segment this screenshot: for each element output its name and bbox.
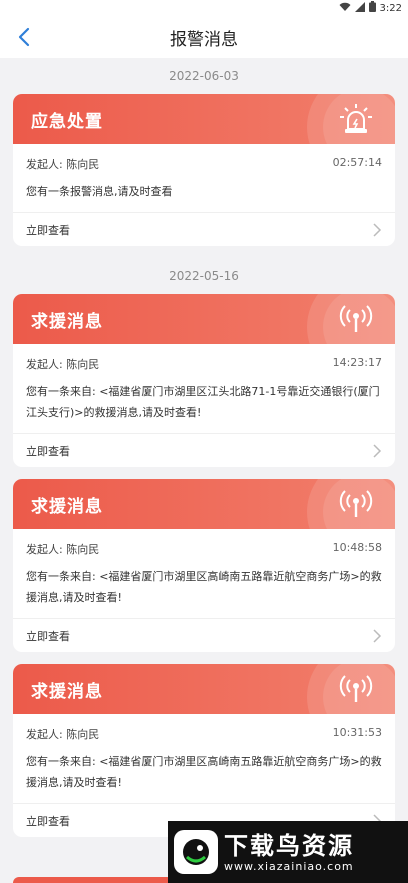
- card-title: 求援消息: [31, 681, 103, 702]
- broadcast-signal-icon: [339, 305, 373, 332]
- view-now-link[interactable]: 立即查看: [13, 433, 395, 467]
- message-text: 您有一条来自: <福建省厦门市湖里区高崎南五路靠近航空商务广场>的救援消息,请及…: [26, 755, 382, 789]
- alarm-list: 2022-06-03 应急处置 发起人: 陈向民 02:57:14 您有一条报警…: [0, 58, 408, 837]
- view-now-link[interactable]: 立即查看: [13, 212, 395, 246]
- chevron-right-icon: [373, 443, 382, 458]
- back-arrow-icon: [18, 27, 30, 47]
- alarm-card[interactable]: 求援消息 发起人: 陈向民 10:48:58 您有一条来自: <福建省厦门市湖里…: [13, 479, 395, 652]
- sender-label: 发起人: 陈向民: [26, 543, 100, 556]
- message-time: 14:23:17: [332, 356, 382, 369]
- signal-icon: [354, 1, 365, 15]
- message-time: 10:48:58: [332, 541, 382, 554]
- date-divider: 2022-06-03: [169, 69, 239, 83]
- sender-label: 发起人: 陈向民: [26, 728, 100, 741]
- watermark-logo-icon: [174, 830, 218, 874]
- page-title: 报警消息: [170, 29, 238, 50]
- status-bar: 3:22: [0, 0, 408, 16]
- message-time: 02:57:14: [332, 156, 382, 169]
- card-title: 求援消息: [31, 496, 103, 517]
- status-time: 3:22: [379, 2, 402, 14]
- message-text: 您有一条报警消息,请及时查看: [26, 185, 173, 198]
- watermark-title: 下载鸟资源: [224, 831, 354, 860]
- view-now-label: 立即查看: [26, 223, 70, 237]
- date-divider: 2022-05-16: [169, 269, 239, 283]
- chevron-right-icon: [373, 628, 382, 643]
- card-body: 发起人: 陈向民 14:23:17 您有一条来自: <福建省厦门市湖里区江头北路…: [13, 344, 395, 433]
- sender-label: 发起人: 陈向民: [26, 358, 100, 371]
- card-header: 求援消息: [13, 294, 395, 344]
- view-now-label: 立即查看: [26, 814, 70, 828]
- card-title: 应急处置: [31, 111, 103, 132]
- message-text: 您有一条来自: <福建省厦门市湖里区江头北路71-1号靠近交通银行(厦门江头支行…: [26, 385, 380, 419]
- view-now-label: 立即查看: [26, 444, 70, 458]
- card-body: 发起人: 陈向民 02:57:14 您有一条报警消息,请及时查看: [13, 144, 395, 212]
- alarm-card[interactable]: 求援消息 发起人: 陈向民 10:31:53 您有一条来自: <福建省厦门市湖里…: [13, 664, 395, 837]
- card-body: 发起人: 陈向民 10:48:58 您有一条来自: <福建省厦门市湖里区高崎南五…: [13, 529, 395, 618]
- wifi-icon: [339, 2, 351, 15]
- card-header: 求援消息: [13, 664, 395, 714]
- message-time: 10:31:53: [332, 726, 382, 739]
- broadcast-signal-icon: [339, 675, 373, 702]
- watermark: 下载鸟资源 www.xiazainiao.com: [168, 821, 408, 883]
- card-title: 求援消息: [31, 311, 103, 332]
- view-now-link[interactable]: 立即查看: [13, 618, 395, 652]
- broadcast-signal-icon: [339, 490, 373, 517]
- battery-icon: [368, 1, 376, 15]
- card-header: 应急处置: [13, 94, 395, 144]
- chevron-right-icon: [373, 222, 382, 237]
- nav-header: 报警消息: [0, 16, 408, 58]
- watermark-url: www.xiazainiao.com: [224, 859, 354, 873]
- message-text: 您有一条来自: <福建省厦门市湖里区高崎南五路靠近航空商务广场>的救援消息,请及…: [26, 570, 382, 604]
- alarm-card[interactable]: 应急处置 发起人: 陈向民 02:57:14 您有一条报警消息,请及时查看 立即…: [13, 94, 395, 246]
- alarm-card[interactable]: 求援消息 发起人: 陈向民 14:23:17 您有一条来自: <福建省厦门市湖里…: [13, 294, 395, 467]
- view-now-label: 立即查看: [26, 629, 70, 643]
- sender-label: 发起人: 陈向民: [26, 158, 100, 171]
- back-button[interactable]: [18, 26, 38, 48]
- card-body: 发起人: 陈向民 10:31:53 您有一条来自: <福建省厦门市湖里区高崎南五…: [13, 714, 395, 803]
- alarm-light-icon: [340, 104, 372, 133]
- next-card-peek: [13, 877, 173, 883]
- card-header: 求援消息: [13, 479, 395, 529]
